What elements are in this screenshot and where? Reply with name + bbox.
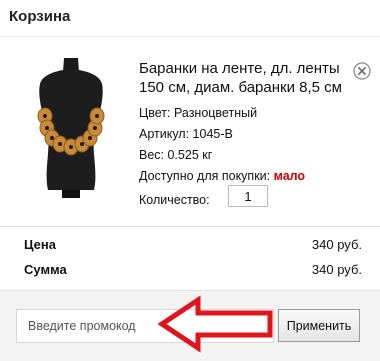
price-value: 340 руб.: [311, 237, 362, 252]
promo-code-input[interactable]: [16, 309, 274, 343]
price-label: Цена: [24, 237, 56, 252]
availability-value: мало: [273, 169, 306, 183]
sum-label: Сумма: [24, 262, 67, 277]
totals-section: Цена 340 руб. Сумма 340 руб.: [0, 226, 380, 290]
availability-label: Доступно для покупки:: [139, 169, 271, 183]
product-sku: Артикул: 1045-В: [139, 127, 233, 141]
header-divider: [0, 36, 380, 37]
promo-section: Применить: [0, 290, 380, 361]
apply-promo-button[interactable]: Применить: [278, 309, 360, 342]
product-availability: Доступно для покупки: мало: [139, 169, 305, 183]
product-name[interactable]: Баранки на ленте, дл. ленты 150 см, диам…: [139, 59, 349, 97]
quantity-label: Количество:: [139, 193, 210, 207]
cart-title: Корзина: [9, 8, 71, 25]
product-weight: Вес: 0.525 кг: [139, 148, 213, 162]
product-color: Цвет: Разноцветный: [139, 106, 258, 120]
close-circle-icon[interactable]: [353, 62, 371, 80]
product-image[interactable]: [30, 58, 112, 198]
sum-value: 340 руб.: [311, 262, 362, 277]
quantity-input[interactable]: [228, 185, 268, 207]
